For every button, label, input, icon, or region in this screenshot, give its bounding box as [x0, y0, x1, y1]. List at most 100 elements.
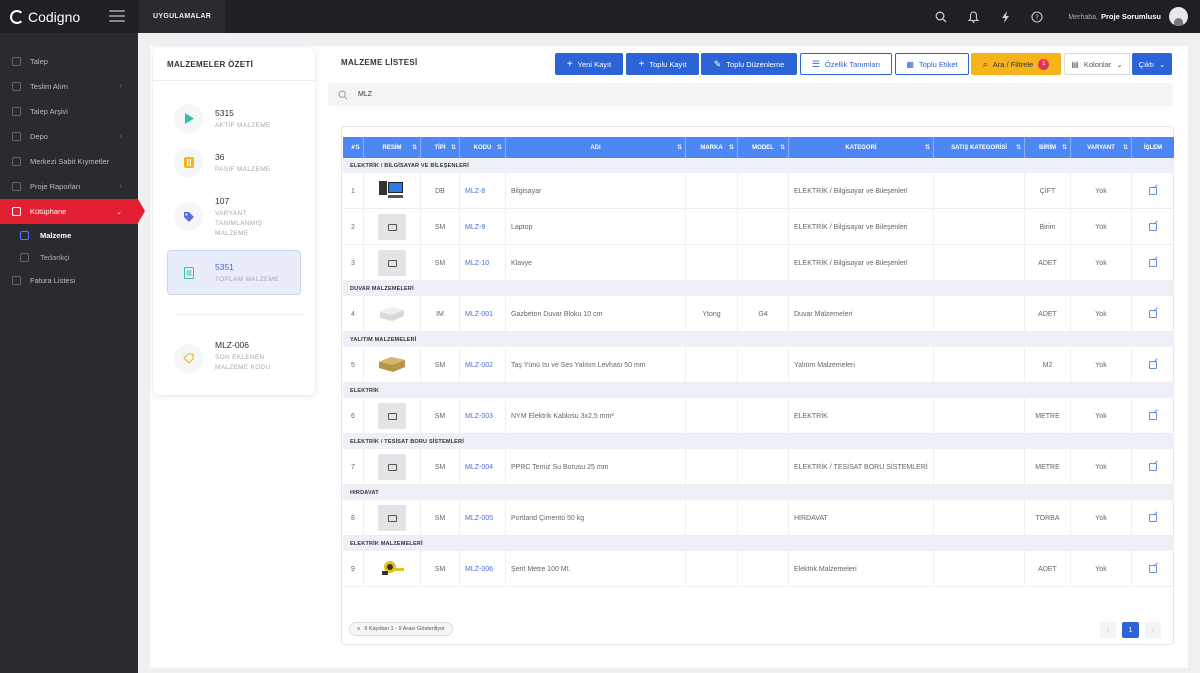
- table-row[interactable]: 2 SM MLZ-9 Laptop ELEKTRİK / Bilgisayar ve B…: [343, 209, 1174, 245]
- box-icon: [20, 230, 29, 240]
- list-title: MALZEME LİSTESİ: [341, 58, 418, 67]
- image-placeholder-icon: [378, 454, 406, 480]
- bulk-label-button[interactable]: ▦ Toplu Etiket: [895, 53, 969, 75]
- sidebar-item-teslim-alim[interactable]: Teslim Alım ›: [0, 74, 138, 99]
- sidebar-sub-malzeme[interactable]: Malzeme: [0, 224, 138, 246]
- table-group-row: ELEKTRİK / BİLGİSAYAR VE BİLEŞENLERİ: [343, 158, 1174, 173]
- row-model: [738, 347, 789, 383]
- sidebar-item-sabit-kiymetler[interactable]: Merkezi Sabit Kıymetler: [0, 149, 138, 174]
- col-code[interactable]: KODU ⇅: [460, 137, 506, 158]
- sort-icon: ⇅: [676, 145, 682, 151]
- bulk-record-button[interactable]: + Toplu Kayıt: [626, 53, 699, 75]
- row-code[interactable]: MLZ-006: [460, 551, 506, 587]
- plus-icon: +: [638, 58, 645, 70]
- row-type: SM: [421, 245, 460, 281]
- table-row[interactable]: 7 SM MLZ-004 PPRC Temiz Su Borusu 25 mm ELEK…: [343, 449, 1174, 485]
- row-type: IM: [421, 296, 460, 332]
- row-code[interactable]: MLZ-005: [460, 500, 506, 536]
- pagination-next-button[interactable]: ›: [1145, 622, 1161, 638]
- row-image: [364, 500, 421, 536]
- edit-icon[interactable]: [1132, 245, 1174, 281]
- col-sales-category[interactable]: SATIŞ KATEGORİSİ ⇅: [934, 137, 1025, 158]
- sidebar: Talep Teslim Alım › Talep Arşivi Depo › Me…: [0, 33, 145, 673]
- sidebar-item-proje-raporlari[interactable]: Proje Raporları ›: [0, 174, 138, 199]
- row-code[interactable]: MLZ-9: [460, 209, 506, 245]
- library-icon: [12, 207, 21, 216]
- col-no[interactable]: # ⇅: [343, 137, 364, 158]
- edit-icon[interactable]: [1132, 500, 1174, 536]
- col-unit[interactable]: BİRİM ⇅: [1025, 137, 1071, 158]
- help-icon[interactable]: ?: [1030, 10, 1044, 24]
- invoice-icon: [12, 276, 21, 285]
- edit-icon[interactable]: [1132, 551, 1174, 587]
- output-dropdown[interactable]: Çıktı ⌄: [1132, 53, 1172, 75]
- row-sales-category: [934, 449, 1025, 485]
- row-code[interactable]: MLZ-10: [460, 245, 506, 281]
- sidebar-item-kutuphane[interactable]: Kütüphane ⌄: [0, 199, 145, 224]
- bulk-edit-button[interactable]: ✎ Toplu Düzenleme: [701, 53, 797, 75]
- lightning-icon[interactable]: [998, 10, 1012, 24]
- table-row[interactable]: 5 SM MLZ-002 Taş Yünü Isı ve Ses Yalıtım Le…: [343, 347, 1174, 383]
- table-row[interactable]: 1 DB MLZ-8 Bilgisayar ELEKTRİK / Bilgisayar …: [343, 173, 1174, 209]
- avatar[interactable]: [1169, 7, 1188, 26]
- sidebar-item-talep[interactable]: Talep: [0, 49, 138, 74]
- menu-toggle-icon[interactable]: [109, 10, 125, 22]
- table-row[interactable]: 4 IM MLZ-001 Gazbeton Duvar Bloku 10 cm Yton…: [343, 296, 1174, 332]
- row-name: Bilgisayar: [506, 173, 686, 209]
- row-code[interactable]: MLZ-003: [460, 398, 506, 434]
- row-name: NYM Elektrik Kablosu 3x2,5 mm²: [506, 398, 686, 434]
- properties-button[interactable]: ☰ Özellik Tanımları: [800, 53, 892, 75]
- search-icon[interactable]: [934, 10, 948, 24]
- sidebar-sub-tedarikci[interactable]: Tedarikçi: [0, 246, 138, 268]
- row-code[interactable]: MLZ-004: [460, 449, 506, 485]
- assets-icon: [12, 157, 21, 166]
- row-unit: METRE: [1025, 398, 1071, 434]
- edit-icon[interactable]: [1132, 398, 1174, 434]
- user-name[interactable]: Proje Sorumlusu: [1101, 12, 1161, 21]
- row-name: Portland Çimento 50 kg: [506, 500, 686, 536]
- sidebar-item-talep-arsivi[interactable]: Talep Arşivi: [0, 99, 138, 124]
- edit-icon[interactable]: [1132, 449, 1174, 485]
- pagination-page-1[interactable]: 1: [1122, 622, 1139, 638]
- edit-icon[interactable]: [1132, 347, 1174, 383]
- row-brand: [686, 398, 738, 434]
- play-icon: [174, 104, 203, 133]
- pagination-prev-button[interactable]: ‹: [1100, 622, 1116, 638]
- row-model: [738, 551, 789, 587]
- table-row[interactable]: 3 SM MLZ-10 Klavye ELEKTRİK / Bilgisayar ve …: [343, 245, 1174, 281]
- edit-icon[interactable]: [1132, 209, 1174, 245]
- sidebar-item-depo[interactable]: Depo ›: [0, 124, 138, 149]
- col-type[interactable]: TİPİ ⇅: [421, 137, 460, 158]
- row-unit: M2: [1025, 347, 1071, 383]
- table-row[interactable]: 9 SM MLZ-006 Şerit Metre 100 Mt. Elektrik Ma…: [343, 551, 1174, 587]
- apps-menu[interactable]: UYGULAMALAR: [139, 0, 226, 33]
- col-category[interactable]: KATEGORİ ⇅: [789, 137, 934, 158]
- warehouse-icon: [12, 132, 21, 141]
- sidebar-item-fatura-listesi[interactable]: Fatura Listesi: [0, 268, 138, 293]
- col-name[interactable]: ADI ⇅: [506, 137, 686, 158]
- table-row[interactable]: 8 SM MLZ-005 Portland Çimento 50 kg HIRDAVAT…: [343, 500, 1174, 536]
- columns-dropdown[interactable]: ▤ Kolonlar ⌄: [1064, 53, 1130, 75]
- search-input[interactable]: [358, 91, 658, 98]
- col-variant[interactable]: VARYANT ⇅: [1071, 137, 1132, 158]
- search-bar[interactable]: [328, 83, 1173, 106]
- row-category: Elektrik Malzemeleri: [789, 551, 934, 587]
- col-image[interactable]: RESİM ⇅: [364, 137, 421, 158]
- row-code[interactable]: MLZ-001: [460, 296, 506, 332]
- edit-icon[interactable]: [1132, 296, 1174, 332]
- row-category: ELEKTRİK / Bilgisayar ve Bileşenleri: [789, 173, 934, 209]
- row-variant: Yok: [1071, 449, 1132, 485]
- row-code[interactable]: MLZ-002: [460, 347, 506, 383]
- edit-icon[interactable]: [1132, 173, 1174, 209]
- brand-name: Codigno: [28, 8, 81, 25]
- col-model[interactable]: MODEL ⇅: [738, 137, 789, 158]
- row-name: Şerit Metre 100 Mt.: [506, 551, 686, 587]
- bell-icon[interactable]: [966, 10, 980, 24]
- row-no: 5: [343, 347, 364, 383]
- table-group-row: HIRDAVAT: [343, 485, 1174, 500]
- col-brand[interactable]: MARKA ⇅: [686, 137, 738, 158]
- new-record-button[interactable]: + Yeni Kayıt: [555, 53, 623, 75]
- search-filter-button[interactable]: ⌕ Ara / Filtrele 1: [971, 53, 1061, 75]
- row-code[interactable]: MLZ-8: [460, 173, 506, 209]
- table-row[interactable]: 6 SM MLZ-003 NYM Elektrik Kablosu 3x2,5 mm²…: [343, 398, 1174, 434]
